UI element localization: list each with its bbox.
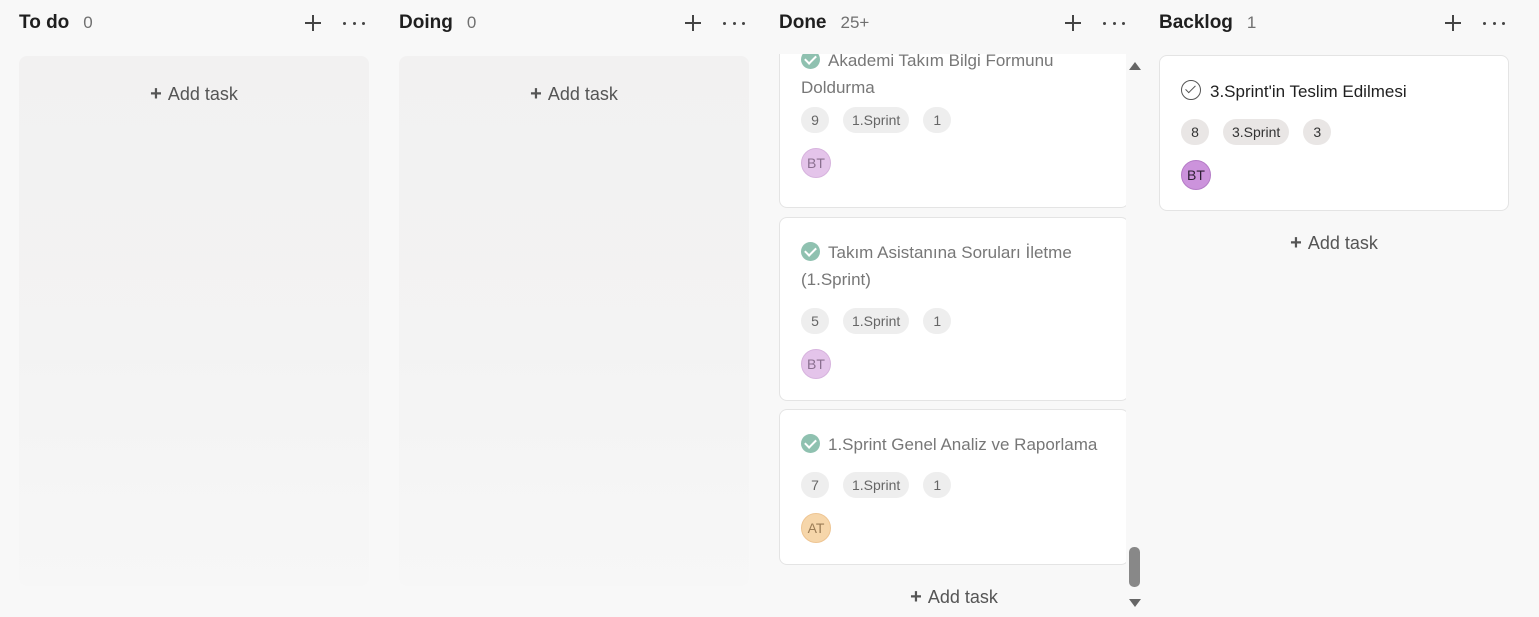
check-circle-filled-icon[interactable] (801, 242, 820, 261)
task-title: 1.Sprint Genel Analiz ve Raporlama (801, 431, 1110, 458)
add-task-plus-icon[interactable] (301, 8, 325, 38)
task-card[interactable]: 3.Sprint'in Teslim Edilmesi 8 3.Sprint 3… (1159, 55, 1509, 211)
tag-sprint[interactable]: 3.Sprint (1223, 119, 1290, 145)
done-scrollbar[interactable] (1126, 54, 1143, 614)
task-card[interactable]: Takım Asistanına Soruları İletme (1.Sprin… (779, 217, 1126, 401)
column-count: 0 (466, 13, 477, 32)
add-task-button[interactable]: + Add task (779, 582, 1129, 612)
tag-sprint[interactable]: 1.Sprint (843, 308, 910, 334)
column-header: Done 25+ (779, 0, 1129, 46)
scrollbar-thumb[interactable] (1129, 547, 1140, 587)
column-title: Done (779, 12, 827, 33)
add-task-plus-icon[interactable] (1441, 8, 1465, 38)
add-task-label: Add task (167, 83, 238, 104)
tag-sprint[interactable]: 1.Sprint (843, 472, 910, 498)
avatar[interactable]: BT (801, 148, 831, 178)
column-done: Done 25+ Akademi Takım Bilgi Formunu Dold… (779, 0, 1129, 617)
column-header: To do 0 (19, 0, 369, 46)
column-count: 0 (83, 13, 93, 32)
add-task-button[interactable]: + Add task (19, 79, 369, 109)
avatar[interactable]: AT (801, 513, 831, 543)
avatar[interactable]: BT (801, 349, 831, 379)
task-card[interactable]: 1.Sprint Genel Analiz ve Raporlama 7 1.S… (779, 409, 1126, 565)
more-options-icon[interactable] (1099, 8, 1129, 38)
tag-points[interactable]: 5 (801, 308, 829, 334)
more-options-icon[interactable] (1479, 8, 1509, 38)
column-title: To do (19, 12, 70, 33)
add-task-label: Add task (547, 83, 618, 104)
empty-column-area: + Add task (19, 56, 369, 586)
column-actions (1061, 8, 1129, 38)
add-task-plus-icon[interactable] (1061, 8, 1085, 38)
column-title: Doing (399, 12, 453, 33)
task-tags: 9 1.Sprint 1 (801, 107, 952, 133)
tag-sprint[interactable]: 1.Sprint (843, 107, 910, 133)
tag-number[interactable]: 1 (923, 308, 952, 334)
tag-points[interactable]: 9 (801, 107, 829, 133)
tag-points[interactable]: 8 (1181, 119, 1209, 145)
tag-number[interactable]: 1 (923, 107, 952, 133)
task-tags: 7 1.Sprint 1 (801, 472, 952, 498)
scroll-down-arrow-icon[interactable] (1129, 599, 1141, 607)
task-tags: 8 3.Sprint 3 (1181, 119, 1332, 145)
plus-icon: + (1290, 231, 1302, 254)
task-title: Takım Asistanına Soruları İletme (1.Sprin… (801, 242, 1072, 289)
column-count: 25+ (840, 13, 870, 32)
check-circle-filled-icon[interactable] (801, 54, 820, 69)
column-actions (301, 8, 369, 38)
column-actions (681, 8, 749, 38)
task-title: 3.Sprint'in Teslim Edilmesi (1181, 78, 1490, 105)
column-title: Backlog (1159, 12, 1233, 33)
empty-column-area: + Add task (399, 56, 749, 586)
tag-points[interactable]: 7 (801, 472, 829, 498)
column-header: Backlog 1 (1159, 0, 1509, 46)
done-task-list[interactable]: Akademi Takım Bilgi Formunu Doldurma 9 1.… (779, 54, 1126, 569)
scroll-up-arrow-icon[interactable] (1129, 62, 1141, 70)
add-task-button[interactable]: + Add task (1159, 228, 1509, 258)
task-card[interactable]: Akademi Takım Bilgi Formunu Doldurma 9 1.… (779, 54, 1126, 208)
add-task-button[interactable]: + Add task (399, 79, 749, 109)
tag-number[interactable]: 1 (923, 472, 952, 498)
avatar[interactable]: BT (1181, 160, 1211, 190)
add-task-plus-icon[interactable] (681, 8, 705, 38)
column-count: 1 (1246, 13, 1257, 32)
column-backlog: Backlog 1 3.Sprint'in Teslim Edilmesi 8 … (1159, 0, 1509, 617)
plus-icon: + (150, 82, 162, 105)
column-todo: To do 0 + Add task (19, 0, 369, 617)
column-doing: Doing 0 + Add task (399, 0, 749, 617)
more-options-icon[interactable] (719, 8, 749, 38)
column-header: Doing 0 (399, 0, 749, 46)
task-tags: 5 1.Sprint 1 (801, 308, 952, 334)
add-task-label: Add task (1307, 232, 1378, 253)
more-options-icon[interactable] (339, 8, 369, 38)
plus-icon: + (910, 585, 922, 608)
column-actions (1441, 8, 1509, 38)
task-title: Akademi Takım Bilgi Formunu Doldurma (801, 54, 1110, 101)
tag-number[interactable]: 3 (1303, 119, 1332, 145)
check-circle-filled-icon[interactable] (801, 434, 820, 453)
add-task-label: Add task (927, 586, 998, 607)
check-circle-outline-icon[interactable] (1181, 80, 1201, 100)
plus-icon: + (530, 82, 542, 105)
